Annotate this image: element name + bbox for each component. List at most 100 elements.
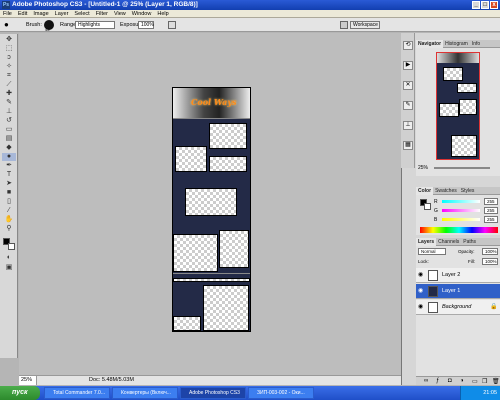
zoom-tool-icon[interactable]: ⚲ (2, 225, 16, 233)
history-brush-tool-icon[interactable]: ↺ (2, 117, 16, 125)
menu-layer[interactable]: Layer (52, 10, 72, 18)
move-tool-icon[interactable]: ✥ (2, 36, 16, 44)
exposure-input[interactable]: 100% (138, 21, 154, 29)
tab-color[interactable]: Color (416, 187, 434, 195)
navigator-zoom-slider[interactable] (434, 167, 490, 169)
taskbar: пуск Total Commander 7.0... Конвертеры (… (0, 386, 500, 400)
new-group-icon[interactable]: ▭ (472, 378, 478, 385)
layer-comps-panel-icon[interactable]: ▦ (403, 141, 413, 150)
lasso-tool-icon[interactable]: ↄ (2, 54, 16, 62)
gradient-tool-icon[interactable]: ▤ (2, 135, 16, 143)
r-slider[interactable] (442, 200, 480, 203)
menu-view[interactable]: View (111, 10, 129, 18)
color-background-swatch[interactable] (424, 203, 431, 210)
taskbar-button-total-commander[interactable]: Total Commander 7.0... (44, 387, 110, 399)
shape-tool-icon[interactable]: ■ (2, 189, 16, 197)
dodge-tool-icon[interactable]: ● (2, 153, 16, 161)
visibility-eye-icon[interactable]: ◉ (418, 304, 424, 310)
color-ramp[interactable] (420, 227, 498, 233)
header-banner-image: Cool Ways (173, 88, 250, 118)
taskbar-button-photoshop[interactable]: Adobe Photoshop CS3 (180, 387, 246, 399)
minimize-button[interactable]: _ (472, 1, 480, 9)
magic-wand-tool-icon[interactable]: ✧ (2, 63, 16, 71)
r-value[interactable]: 255 (484, 198, 498, 205)
adjustment-layer-icon[interactable]: ◑ (460, 378, 464, 384)
blur-tool-icon[interactable]: ◆ (2, 144, 16, 152)
path-selection-tool-icon[interactable]: ➤ (2, 180, 16, 188)
history-panel-icon[interactable]: ⟲ (403, 41, 413, 50)
delete-layer-icon[interactable]: 🗑 (492, 378, 500, 385)
start-label: пуск (12, 389, 28, 396)
transparent-strip (173, 278, 250, 282)
hand-tool-icon[interactable]: ✋ (2, 216, 16, 224)
clone-stamp-tool-icon[interactable]: ⊥ (2, 108, 16, 116)
type-tool-icon[interactable]: T (2, 171, 16, 179)
menu-file[interactable]: File (0, 10, 15, 18)
tab-info[interactable]: Info (470, 40, 482, 48)
marquee-tool-icon[interactable]: ⬚ (2, 45, 16, 53)
screen-mode-icon[interactable]: ▣ (2, 264, 16, 272)
healing-brush-tool-icon[interactable]: ✚ (2, 90, 16, 98)
notes-tool-icon[interactable]: ▯ (2, 198, 16, 206)
new-layer-icon[interactable]: ❐ (482, 378, 487, 385)
fill-input[interactable]: 100% (482, 258, 498, 265)
quick-mask-icon[interactable]: ◐ (2, 254, 16, 262)
tab-styles[interactable]: Styles (459, 187, 477, 195)
blend-mode-select[interactable]: Normal (418, 248, 446, 255)
taskbar-button-converters[interactable]: Конвертеры (Включ... (112, 387, 178, 399)
tool-presets-panel-icon[interactable]: ✕ (403, 81, 413, 90)
opacity-input[interactable]: 100% (482, 248, 498, 255)
divider (173, 118, 250, 119)
menu-image[interactable]: Image (30, 10, 51, 18)
eyedropper-tool-icon[interactable]: ⁄ (2, 207, 16, 215)
zoom-level-field[interactable]: 25% (19, 376, 37, 385)
menu-edit[interactable]: Edit (15, 10, 30, 18)
document-canvas[interactable]: Cool Ways (172, 87, 251, 332)
brushes-panel-icon[interactable]: ✎ (403, 101, 413, 110)
dodge-tool-preset-icon[interactable]: ● (4, 21, 14, 29)
tab-layers[interactable]: Layers (416, 238, 437, 246)
menu-window[interactable]: Window (129, 10, 155, 18)
airbrush-toggle-icon[interactable] (168, 21, 176, 29)
taskbar-button-zip[interactable]: ЗИП-003-002 - Оки... (248, 387, 314, 399)
visibility-eye-icon[interactable]: ◉ (418, 288, 424, 294)
pen-tool-icon[interactable]: ✒ (2, 162, 16, 170)
tab-paths[interactable]: Paths (461, 238, 478, 246)
tab-histogram[interactable]: Histogram (443, 40, 470, 48)
menu-select[interactable]: Select (71, 10, 92, 18)
layer-style-icon[interactable]: ƒ (436, 378, 439, 384)
system-tray: 21:05 (460, 386, 500, 400)
close-button[interactable]: x (490, 1, 498, 9)
navigator-zoom[interactable]: 25% (418, 165, 428, 171)
start-button[interactable]: пуск (0, 386, 40, 400)
layer-row-layer-1[interactable]: ◉ Layer 1 (416, 284, 500, 299)
layer-mask-icon[interactable]: ◘ (448, 378, 452, 384)
slice-tool-icon[interactable]: ⟋ (2, 81, 16, 89)
maximize-button[interactable]: □ (481, 1, 489, 9)
link-layers-icon[interactable]: ∞ (424, 378, 428, 384)
eraser-tool-icon[interactable]: ▭ (2, 126, 16, 134)
range-select[interactable]: Highlights (75, 21, 115, 29)
tab-swatches[interactable]: Swatches (433, 187, 459, 195)
b-value[interactable]: 255 (484, 216, 498, 223)
navigator-thumbnail[interactable] (436, 52, 480, 160)
layer-row-layer-2[interactable]: ◉ Layer 2 (416, 268, 500, 283)
g-value[interactable]: 255 (484, 207, 498, 214)
brush-tool-icon[interactable]: ✎ (2, 99, 16, 107)
layer-row-background[interactable]: ◉ Background 🔒 (416, 300, 500, 315)
clone-source-panel-icon[interactable]: ⊥ (403, 121, 413, 130)
crop-tool-icon[interactable]: ⌗ (2, 72, 16, 80)
menu-filter[interactable]: Filter (93, 10, 111, 18)
g-slider[interactable] (442, 209, 480, 212)
status-bar: 25% Doc: 5.48M/5.03M (19, 375, 401, 385)
background-color-swatch[interactable] (8, 243, 15, 250)
workspace-button[interactable]: Workspace (350, 21, 380, 29)
actions-panel-icon[interactable]: ▶ (403, 61, 413, 70)
tab-navigator[interactable]: Navigator (416, 40, 444, 48)
palette-well-icon[interactable] (340, 21, 348, 29)
b-slider[interactable] (442, 218, 480, 221)
visibility-eye-icon[interactable]: ◉ (418, 272, 424, 278)
transparent-block (173, 234, 218, 272)
menu-help[interactable]: Help (154, 10, 171, 18)
tab-channels[interactable]: Channels (436, 238, 461, 246)
